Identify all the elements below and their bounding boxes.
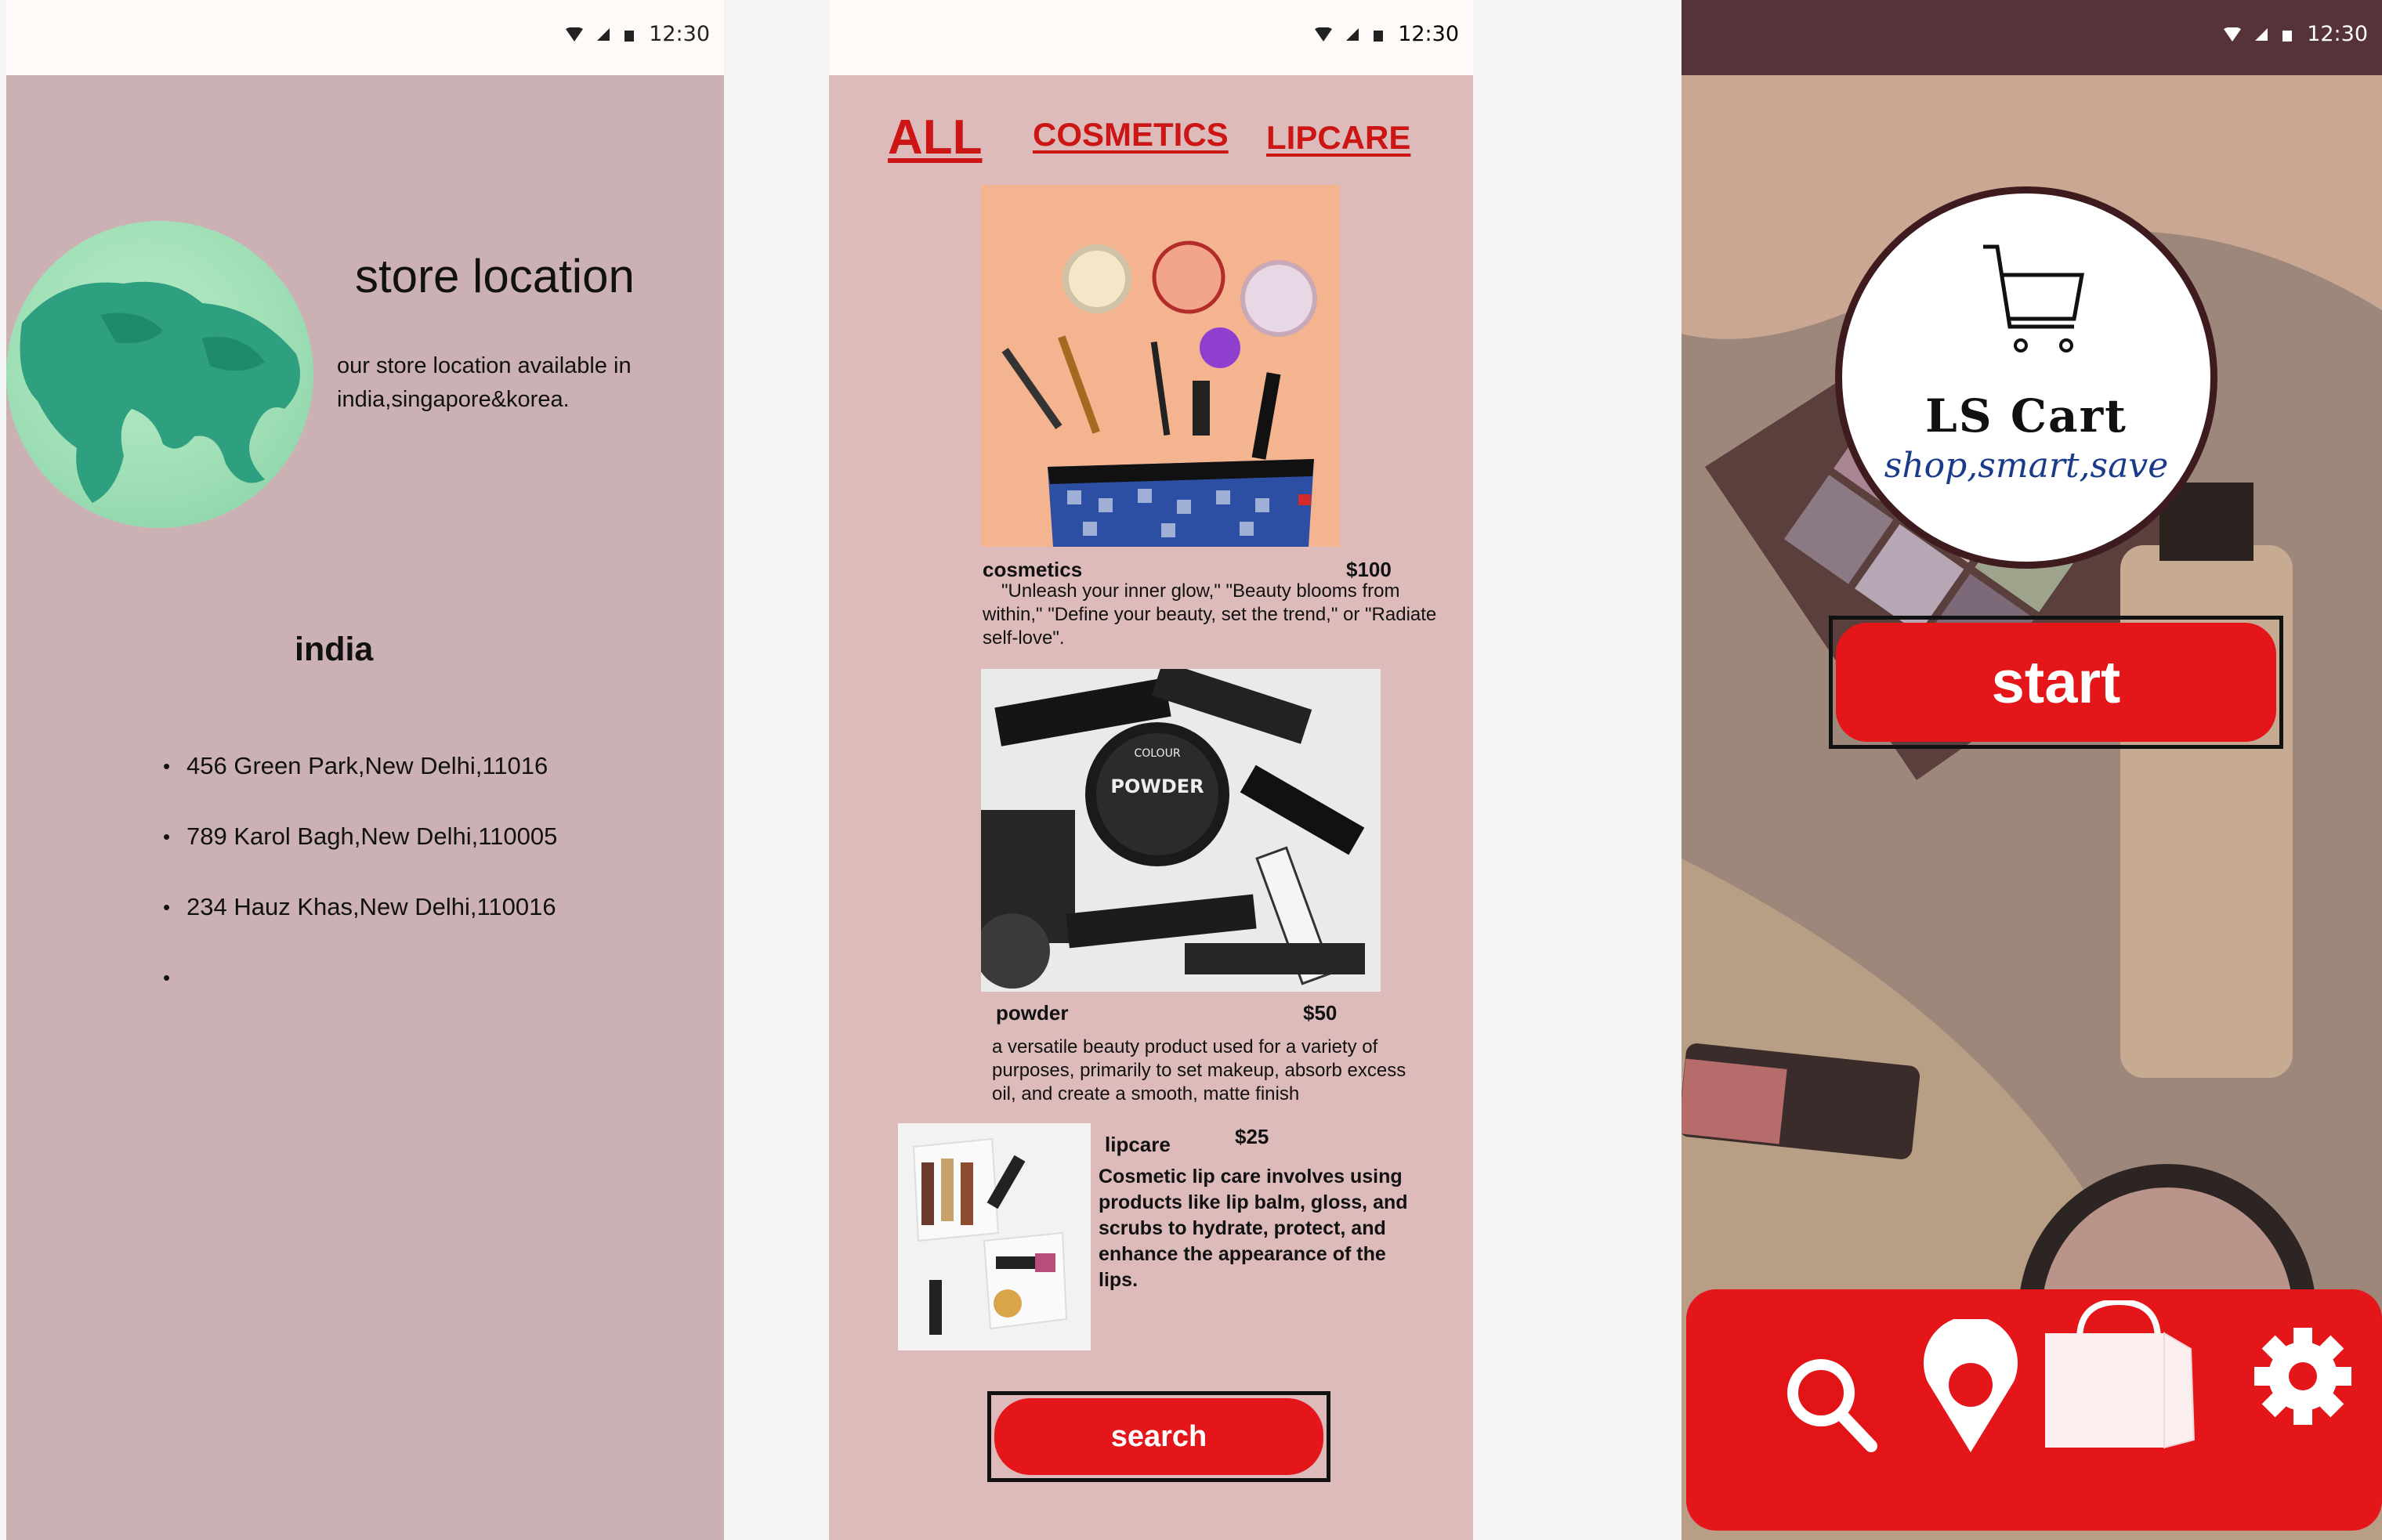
bottom-navigation-bar xyxy=(1686,1289,2382,1531)
svg-text:COLOUR: COLOUR xyxy=(1134,747,1180,760)
product-name: lipcare xyxy=(1105,1133,1171,1156)
status-time: 12:30 xyxy=(649,22,710,46)
battery-icon xyxy=(2282,30,2293,42)
search-button-frame: search xyxy=(987,1391,1330,1482)
search-button[interactable]: search xyxy=(994,1398,1323,1475)
location-pin-icon[interactable] xyxy=(1920,1316,2022,1457)
battery-icon xyxy=(1374,30,1384,42)
store-location-screen: 12:30 store location our store location … xyxy=(6,0,724,1540)
shopping-bag-icon[interactable] xyxy=(2040,1298,2197,1449)
app-logo: LS Cart shop,smart,save xyxy=(1835,186,2217,569)
product-price: $50 xyxy=(1303,1001,1338,1025)
shopping-cart-icon xyxy=(1983,244,2084,352)
svg-text:POWDER: POWDER xyxy=(1110,775,1204,797)
address-list: 456 Green Park,New Delhi,11016 789 Karol… xyxy=(163,750,557,1032)
address-item: 789 Karol Bagh,New Delhi,110005 xyxy=(163,821,557,891)
status-bar: 12:30 xyxy=(6,0,724,75)
lipcare-product-image[interactable] xyxy=(898,1123,1091,1350)
product-name: powder xyxy=(996,1001,1069,1025)
powder-product-image[interactable]: COLOUR POWDER xyxy=(981,669,1381,992)
signal-icon xyxy=(1346,27,1359,41)
tab-all[interactable]: ALL xyxy=(888,110,983,165)
start-screen: 12:30 LS Cart shop,smart,save start xyxy=(1682,0,2382,1540)
wifi-icon xyxy=(2224,27,2242,42)
products-screen: 12:30 ALL COSMETICS LIPCARE cosmetics $1… xyxy=(829,0,1473,1540)
start-button[interactable]: start xyxy=(1836,623,2276,742)
product-description: a versatile beauty product used for a va… xyxy=(992,1036,1406,1104)
address-item: 456 Green Park,New Delhi,11016 xyxy=(163,750,557,821)
status-bar: 12:30 xyxy=(829,0,1473,75)
address-item: 234 Hauz Khas,New Delhi,110016 xyxy=(163,891,557,962)
app-name: LS Cart xyxy=(1925,389,2127,443)
start-button-frame: start xyxy=(1829,616,2283,749)
country-heading: india xyxy=(295,631,374,668)
search-icon[interactable] xyxy=(1772,1341,1882,1459)
battery-icon xyxy=(624,30,635,42)
tab-cosmetics[interactable]: COSMETICS xyxy=(1033,116,1229,154)
product-name: cosmetics xyxy=(983,558,1083,581)
signal-icon xyxy=(2255,27,2268,41)
page-title: store location xyxy=(355,250,635,302)
status-bar: 12:30 xyxy=(1682,0,2382,75)
product-description: Cosmetic lip care involves using product… xyxy=(1099,1166,1408,1291)
wifi-icon xyxy=(1315,27,1333,42)
wifi-icon xyxy=(566,27,584,42)
product-description: "Unleash your inner glow," "Beauty bloom… xyxy=(983,580,1437,649)
gear-icon[interactable] xyxy=(2249,1322,2357,1430)
globe-image xyxy=(6,221,313,528)
status-time: 12:30 xyxy=(1398,22,1459,46)
product-price: $100 xyxy=(1346,558,1392,581)
signal-icon xyxy=(597,27,610,41)
address-item xyxy=(163,962,557,1032)
location-description: our store location available in india,si… xyxy=(337,353,632,412)
category-tabs: ALL COSMETICS LIPCARE xyxy=(829,103,1473,166)
cosmetics-product-image[interactable] xyxy=(981,185,1340,547)
status-time: 12:30 xyxy=(2307,22,2368,46)
product-price: $25 xyxy=(1235,1125,1269,1148)
app-tagline: shop,smart,save xyxy=(1884,446,2169,486)
tab-lipcare[interactable]: LIPCARE xyxy=(1266,119,1410,157)
